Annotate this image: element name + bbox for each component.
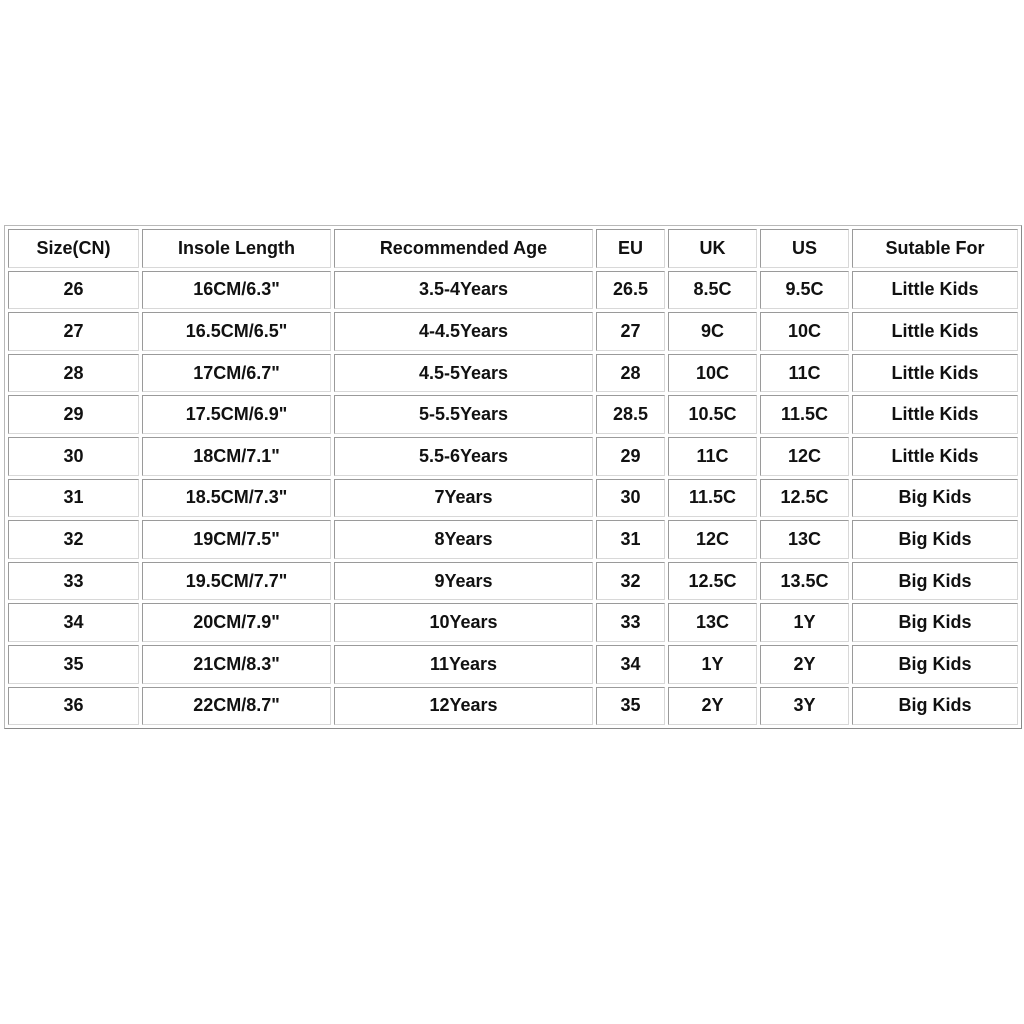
cell-us: 9.5C [760, 270, 849, 310]
size-chart: Size(CN) Insole Length Recommended Age EU UK… [4, 225, 1022, 730]
cell-recommended-age: 5-5.5Years [334, 395, 593, 434]
cell-size-cn: 32 [8, 520, 139, 559]
table-row: 32 19CM/7.5" 8Years 31 12C 13C Big Kids [8, 520, 1018, 559]
table-row: 33 19.5CM/7.7" 9Years 32 12.5C 13.5C Big Kids [8, 561, 1018, 601]
table-row: 35 21CM/8.3" 11Years 34 1Y 2Y Big Kids [8, 644, 1018, 684]
cell-suitable-for: Big Kids [852, 603, 1018, 642]
cell-suitable-for: Big Kids [852, 686, 1018, 726]
cell-eu: 34 [596, 644, 665, 684]
cell-uk: 10C [668, 353, 757, 393]
header-recommended-age: Recommended Age [334, 229, 593, 268]
table-row: 29 17.5CM/6.9" 5-5.5Years 28.5 10.5C 11.5C Lit… [8, 395, 1018, 434]
header-us: US [760, 229, 849, 268]
cell-size-cn: 26 [8, 270, 139, 310]
cell-suitable-for: Little Kids [852, 312, 1018, 351]
cell-uk: 10.5C [668, 395, 757, 434]
cell-recommended-age: 4-4.5Years [334, 312, 593, 351]
table-row: 30 18CM/7.1" 5.5-6Years 29 11C 12C Little Kids [8, 436, 1018, 476]
cell-eu: 35 [596, 686, 665, 726]
cell-insole-length: 22CM/8.7" [142, 686, 331, 726]
cell-suitable-for: Little Kids [852, 353, 1018, 393]
cell-eu: 26.5 [596, 270, 665, 310]
cell-eu: 28 [596, 353, 665, 393]
cell-recommended-age: 12Years [334, 686, 593, 726]
cell-size-cn: 34 [8, 603, 139, 642]
cell-size-cn: 27 [8, 312, 139, 351]
cell-recommended-age: 4.5-5Years [334, 353, 593, 393]
cell-eu: 27 [596, 312, 665, 351]
table-row: 31 18.5CM/7.3" 7Years 30 11.5C 12.5C Big Kids [8, 478, 1018, 518]
cell-suitable-for: Little Kids [852, 395, 1018, 434]
cell-us: 11C [760, 353, 849, 393]
header-insole-length: Insole Length [142, 229, 331, 268]
cell-insole-length: 18CM/7.1" [142, 436, 331, 476]
cell-uk: 11.5C [668, 478, 757, 518]
cell-us: 12C [760, 436, 849, 476]
header-uk: UK [668, 229, 757, 268]
size-table: Size(CN) Insole Length Recommended Age EU UK… [4, 225, 1022, 730]
cell-uk: 1Y [668, 644, 757, 684]
header-size-cn: Size(CN) [8, 229, 139, 268]
table-row: 36 22CM/8.7" 12Years 35 2Y 3Y Big Kids [8, 686, 1018, 726]
cell-us: 10C [760, 312, 849, 351]
cell-us: 13C [760, 520, 849, 559]
cell-us: 3Y [760, 686, 849, 726]
cell-recommended-age: 9Years [334, 561, 593, 601]
cell-uk: 9C [668, 312, 757, 351]
cell-insole-length: 16CM/6.3" [142, 270, 331, 310]
cell-size-cn: 31 [8, 478, 139, 518]
cell-us: 11.5C [760, 395, 849, 434]
cell-insole-length: 19.5CM/7.7" [142, 561, 331, 601]
table-row: 34 20CM/7.9" 10Years 33 13C 1Y Big Kids [8, 603, 1018, 642]
cell-insole-length: 16.5CM/6.5" [142, 312, 331, 351]
cell-size-cn: 30 [8, 436, 139, 476]
table-row: 26 16CM/6.3" 3.5-4Years 26.5 8.5C 9.5C Little … [8, 270, 1018, 310]
cell-size-cn: 33 [8, 561, 139, 601]
cell-us: 13.5C [760, 561, 849, 601]
cell-suitable-for: Big Kids [852, 561, 1018, 601]
cell-us: 12.5C [760, 478, 849, 518]
cell-eu: 28.5 [596, 395, 665, 434]
cell-recommended-age: 11Years [334, 644, 593, 684]
cell-uk: 8.5C [668, 270, 757, 310]
cell-eu: 31 [596, 520, 665, 559]
cell-insole-length: 17.5CM/6.9" [142, 395, 331, 434]
cell-uk: 12.5C [668, 561, 757, 601]
cell-uk: 2Y [668, 686, 757, 726]
table-row: 28 17CM/6.7" 4.5-5Years 28 10C 11C Little Kids [8, 353, 1018, 393]
header-eu: EU [596, 229, 665, 268]
cell-suitable-for: Big Kids [852, 478, 1018, 518]
cell-us: 1Y [760, 603, 849, 642]
cell-insole-length: 19CM/7.5" [142, 520, 331, 559]
cell-suitable-for: Little Kids [852, 436, 1018, 476]
cell-insole-length: 17CM/6.7" [142, 353, 331, 393]
cell-size-cn: 29 [8, 395, 139, 434]
cell-size-cn: 36 [8, 686, 139, 726]
cell-size-cn: 35 [8, 644, 139, 684]
cell-size-cn: 28 [8, 353, 139, 393]
cell-suitable-for: Little Kids [852, 270, 1018, 310]
cell-insole-length: 21CM/8.3" [142, 644, 331, 684]
cell-insole-length: 18.5CM/7.3" [142, 478, 331, 518]
cell-uk: 13C [668, 603, 757, 642]
cell-eu: 32 [596, 561, 665, 601]
cell-suitable-for: Big Kids [852, 644, 1018, 684]
cell-eu: 30 [596, 478, 665, 518]
header-row: Size(CN) Insole Length Recommended Age EU UK… [8, 229, 1018, 268]
cell-eu: 29 [596, 436, 665, 476]
cell-us: 2Y [760, 644, 849, 684]
table-row: 27 16.5CM/6.5" 4-4.5Years 27 9C 10C Little Kid… [8, 312, 1018, 351]
cell-uk: 11C [668, 436, 757, 476]
cell-uk: 12C [668, 520, 757, 559]
cell-recommended-age: 5.5-6Years [334, 436, 593, 476]
cell-recommended-age: 3.5-4Years [334, 270, 593, 310]
cell-suitable-for: Big Kids [852, 520, 1018, 559]
cell-eu: 33 [596, 603, 665, 642]
header-suitable-for: Sutable For [852, 229, 1018, 268]
cell-recommended-age: 7Years [334, 478, 593, 518]
cell-insole-length: 20CM/7.9" [142, 603, 331, 642]
cell-recommended-age: 8Years [334, 520, 593, 559]
cell-recommended-age: 10Years [334, 603, 593, 642]
